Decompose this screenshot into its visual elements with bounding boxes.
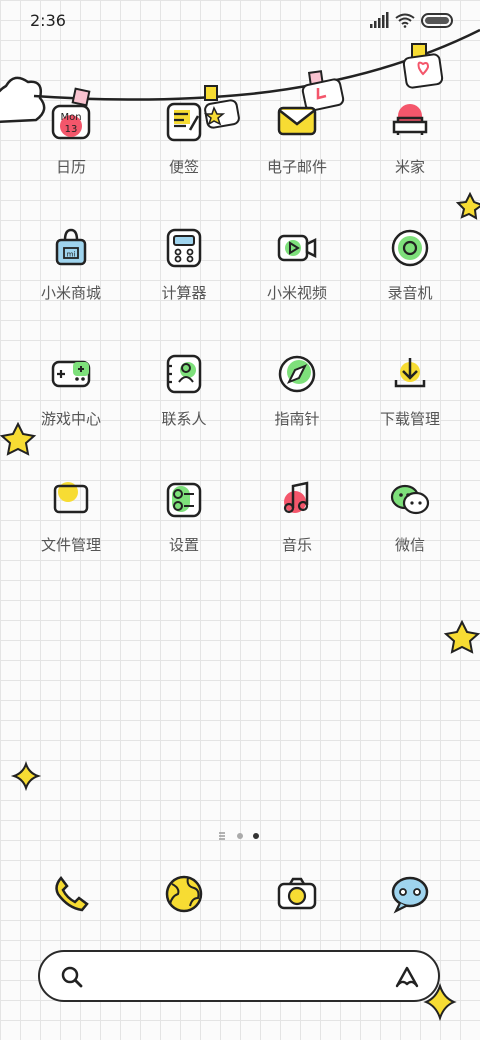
wechat-icon [390, 484, 430, 515]
notes-icon [166, 102, 202, 142]
cloud-icon [0, 76, 46, 124]
messages-icon[interactable] [386, 870, 434, 918]
phone-icon[interactable] [47, 870, 95, 918]
recorder-icon [391, 229, 429, 267]
mihome-icon [392, 104, 428, 135]
calendar-icon: Mon 13 [51, 104, 91, 140]
clothespin-icon [203, 85, 240, 129]
clothespin-icon [402, 43, 444, 89]
svg-text:mi: mi [67, 251, 76, 259]
app-label: 指南针 [274, 410, 320, 428]
shopping-bag-icon: mi [55, 228, 87, 266]
page-dot [237, 833, 243, 839]
star-icon [455, 191, 480, 220]
svg-text:Mon: Mon [60, 112, 81, 123]
app-label: 游戏中心 [40, 410, 101, 428]
contacts-icon [166, 354, 202, 394]
app-label: 音乐 [281, 536, 312, 554]
app-label: 小米商城 [40, 284, 101, 302]
camera-icon[interactable] [273, 870, 321, 918]
wifi-icon [395, 13, 415, 28]
app-label: 电子邮件 [266, 158, 327, 176]
compass-icon [278, 355, 316, 393]
app-label: 便签 [168, 158, 199, 176]
page-indicator[interactable] [218, 830, 264, 842]
video-icon [277, 234, 317, 262]
gamepad-icon [51, 360, 91, 388]
battery-icon [421, 13, 453, 28]
page-dot-active [253, 833, 259, 839]
status-bar: 2:36 [0, 0, 480, 44]
app-label: 米家 [394, 158, 425, 176]
sparkle-icon [10, 760, 42, 792]
app-label: 计算器 [161, 284, 207, 302]
page-list-icon [219, 832, 225, 840]
signal-icon [370, 12, 389, 28]
app-label: 日历 [55, 158, 86, 176]
app-label: 小米视频 [266, 284, 327, 302]
app-label: 联系人 [161, 410, 207, 428]
svg-text:13: 13 [65, 124, 78, 135]
star-icon [443, 619, 480, 654]
folder-icon [53, 482, 89, 514]
globe-icon[interactable] [160, 870, 208, 918]
status-time: 2:36 [30, 11, 66, 30]
app-label: 下载管理 [379, 410, 440, 428]
search-icon[interactable] [60, 965, 84, 989]
app-label: 录音机 [387, 284, 433, 302]
assistant-icon[interactable] [394, 965, 420, 989]
settings-icon [166, 482, 202, 518]
download-icon [394, 358, 426, 388]
email-icon [277, 106, 317, 136]
status-icons [370, 12, 454, 32]
app-label: 微信 [394, 536, 425, 554]
app-label: 文件管理 [40, 536, 101, 554]
calculator-icon [166, 228, 202, 268]
music-icon [283, 481, 309, 514]
search-bar[interactable] [38, 950, 440, 1002]
app-label: 设置 [168, 536, 199, 554]
